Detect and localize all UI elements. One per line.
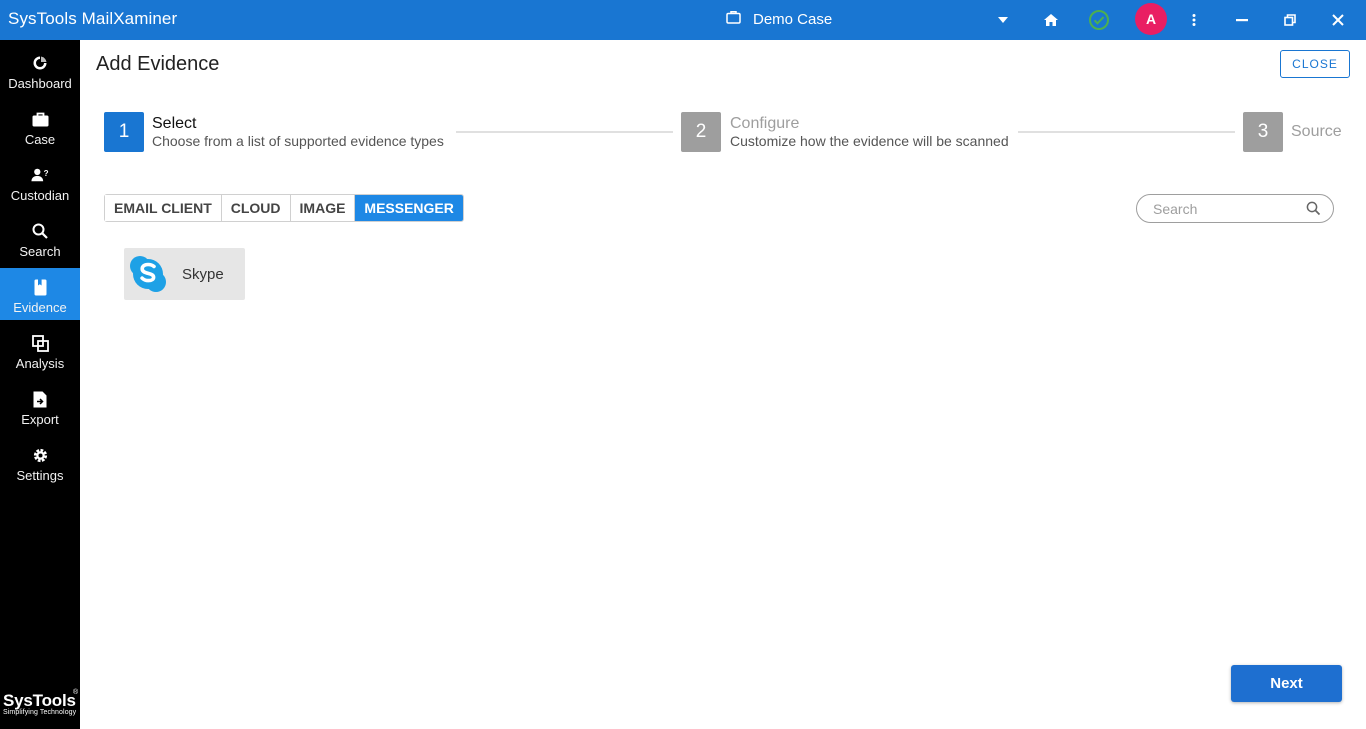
- sidebar-item-label: Analysis: [15, 356, 65, 371]
- sidebar-item-label: Custodian: [10, 188, 70, 203]
- step-2-number: 2: [681, 112, 721, 152]
- step-1-title: Select: [152, 115, 197, 132]
- evidence-category-tabs: EMAIL CLIENT CLOUD IMAGE MESSENGER: [104, 194, 464, 222]
- sidebar-item-label: Export: [21, 412, 59, 427]
- minimize-icon[interactable]: [1232, 0, 1252, 40]
- analysis-icon: [31, 334, 49, 352]
- brand-registered-mark: ®: [73, 689, 79, 696]
- sidebar-item-label: Settings: [16, 468, 64, 483]
- more-vert-icon[interactable]: [1186, 0, 1202, 40]
- restore-icon[interactable]: [1280, 0, 1300, 40]
- sidebar-item-case[interactable]: Case: [0, 100, 80, 152]
- sidebar-item-label: Evidence: [13, 300, 67, 315]
- brand-tagline: Simplifying Technology: [3, 709, 77, 716]
- custodian-icon: ?: [31, 166, 49, 184]
- search-box: [1136, 194, 1334, 223]
- title-bar: SysTools MailXaminer Demo Case A: [0, 0, 1366, 40]
- evidence-type-skype[interactable]: Skype: [124, 248, 245, 300]
- step-connector: [456, 131, 673, 133]
- sidebar-item-settings[interactable]: Settings: [0, 436, 80, 488]
- case-selector[interactable]: Demo Case: [726, 10, 832, 29]
- svg-text:?: ?: [44, 169, 49, 178]
- brand-name: SysTools: [3, 691, 76, 710]
- home-icon[interactable]: [1041, 0, 1061, 40]
- sidebar-item-evidence[interactable]: Evidence: [0, 268, 80, 320]
- sidebar-item-analysis[interactable]: Analysis: [0, 324, 80, 376]
- evidence-type-label: Skype: [182, 265, 224, 283]
- step-connector: [1018, 131, 1235, 133]
- check-circle-icon[interactable]: [1087, 0, 1111, 40]
- close-button[interactable]: CLOSE: [1280, 50, 1350, 78]
- tab-image[interactable]: IMAGE: [290, 195, 356, 221]
- step-3-title: Source: [1291, 123, 1342, 140]
- dashboard-icon: [31, 54, 49, 72]
- app-title: SysTools MailXaminer: [8, 9, 178, 28]
- step-1-subtitle: Choose from a list of supported evidence…: [152, 133, 444, 149]
- briefcase-icon: [726, 10, 741, 29]
- search-icon: [31, 222, 49, 240]
- settings-icon: [31, 446, 49, 464]
- brand-logo: SysTools ® Simplifying Technology: [3, 689, 79, 716]
- sidebar-item-label: Search: [19, 244, 61, 259]
- close-icon[interactable]: [1328, 0, 1348, 40]
- step-3-number: 3: [1243, 112, 1283, 152]
- step-1-number: 1: [104, 112, 144, 152]
- dropdown-icon[interactable]: [994, 0, 1012, 40]
- sidebar-item-search[interactable]: Search: [0, 212, 80, 264]
- step-2-subtitle: Customize how the evidence will be scann…: [730, 133, 1009, 149]
- evidence-icon: [31, 278, 49, 296]
- skype-logo-icon: [128, 254, 168, 294]
- search-icon[interactable]: [1306, 201, 1321, 221]
- case-name: Demo Case: [753, 11, 833, 28]
- avatar[interactable]: A: [1135, 3, 1167, 35]
- sidebar-item-dashboard[interactable]: Dashboard: [0, 44, 80, 96]
- export-icon: [31, 390, 49, 408]
- search-input[interactable]: [1153, 200, 1293, 217]
- tab-messenger[interactable]: MESSENGER: [355, 195, 463, 221]
- tab-cloud[interactable]: CLOUD: [221, 195, 291, 221]
- page-title: Add Evidence: [96, 53, 220, 75]
- sidebar-item-label: Case: [24, 132, 56, 147]
- briefcase-icon: [31, 110, 49, 128]
- sidebar-item-label: Dashboard: [8, 76, 72, 91]
- next-button[interactable]: Next: [1231, 665, 1342, 702]
- sidebar: Dashboard Case ? Custodian Search Eviden…: [0, 40, 80, 729]
- sidebar-item-export[interactable]: Export: [0, 380, 80, 432]
- sidebar-item-custodian[interactable]: ? Custodian: [0, 156, 80, 208]
- step-2-title: Configure: [730, 115, 800, 132]
- tab-email-client[interactable]: EMAIL CLIENT: [105, 195, 222, 221]
